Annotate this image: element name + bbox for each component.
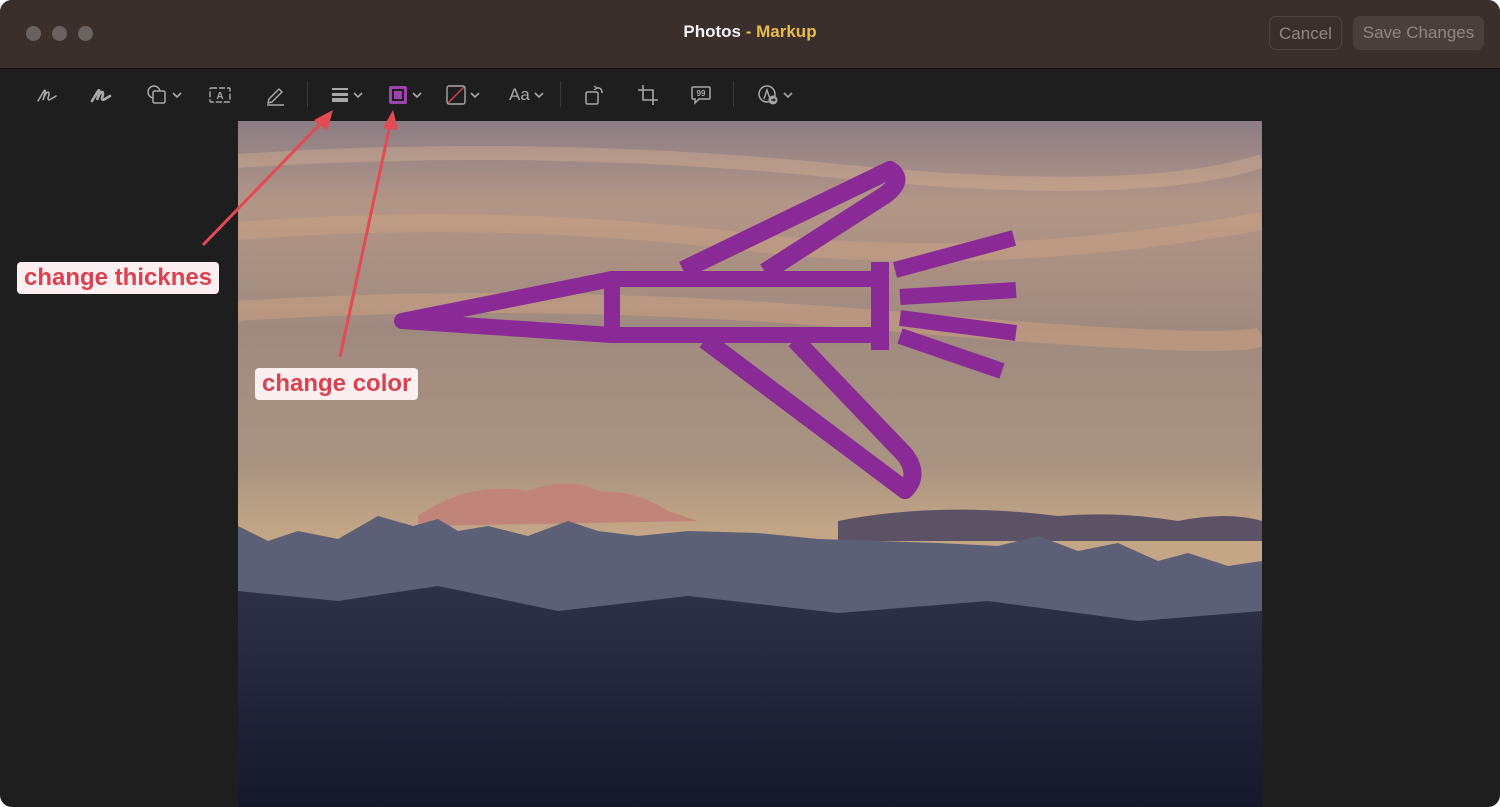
toolbar-separator	[307, 81, 308, 107]
description-bubble-icon: 99	[691, 86, 711, 105]
photo-canvas[interactable]	[238, 121, 1262, 807]
fill-color-tool[interactable]	[446, 83, 480, 107]
callout-change-color: change color	[255, 368, 419, 400]
sketch-tool[interactable]	[36, 83, 58, 107]
markup-options-tool[interactable]	[757, 83, 793, 107]
markup-options-icon	[758, 85, 778, 105]
fill-color-icon	[446, 85, 466, 105]
chevron-down-icon	[783, 92, 793, 99]
title-mode: Markup	[756, 22, 817, 41]
draw-tool[interactable]	[90, 83, 112, 107]
chevron-down-icon	[353, 92, 363, 99]
border-color-icon	[389, 86, 407, 104]
shapes-tool[interactable]	[146, 83, 182, 107]
rotate-icon	[585, 85, 603, 105]
foreground-hills	[238, 586, 1262, 807]
title-app: Photos	[683, 22, 742, 41]
line-thickness-tool[interactable]	[331, 83, 363, 107]
rotate-tool[interactable]	[584, 83, 606, 107]
highlight-pen-icon	[267, 88, 284, 106]
svg-text:99: 99	[697, 89, 706, 98]
save-changes-button[interactable]: Save Changes	[1353, 16, 1484, 50]
chevron-down-icon	[412, 92, 422, 99]
callout-change-thickness: change thicknes	[17, 262, 220, 294]
markup-toolbar: A Aa 99	[0, 69, 1500, 121]
title-separator: -	[741, 22, 757, 41]
chevron-down-icon	[470, 92, 480, 99]
shapes-icon	[147, 85, 166, 104]
chevron-down-icon	[172, 92, 182, 99]
highlight-tool[interactable]	[264, 83, 286, 107]
text-box-icon: A	[209, 87, 231, 103]
sketch-icon	[37, 89, 57, 102]
crop-icon	[638, 85, 658, 105]
draw-icon	[90, 89, 112, 103]
text-style-tool[interactable]: Aa	[509, 83, 544, 107]
border-color-tool[interactable]	[388, 83, 422, 107]
toolbar-separator	[733, 81, 734, 107]
crop-tool[interactable]	[637, 83, 659, 107]
title-bar: Photos - Markup Cancel Save Changes	[0, 0, 1500, 69]
description-tool[interactable]: 99	[690, 83, 712, 107]
toolbar-separator	[560, 81, 561, 107]
chevron-down-icon	[534, 92, 544, 99]
text-style-icon: Aa	[509, 85, 530, 104]
text-tool[interactable]: A	[208, 83, 232, 107]
svg-text:A: A	[216, 91, 223, 102]
line-thickness-icon	[332, 88, 348, 102]
markup-window: Photos - Markup Cancel Save Changes A Aa…	[0, 0, 1500, 807]
landscape-photo	[238, 121, 1262, 807]
cancel-button[interactable]: Cancel	[1269, 16, 1342, 50]
